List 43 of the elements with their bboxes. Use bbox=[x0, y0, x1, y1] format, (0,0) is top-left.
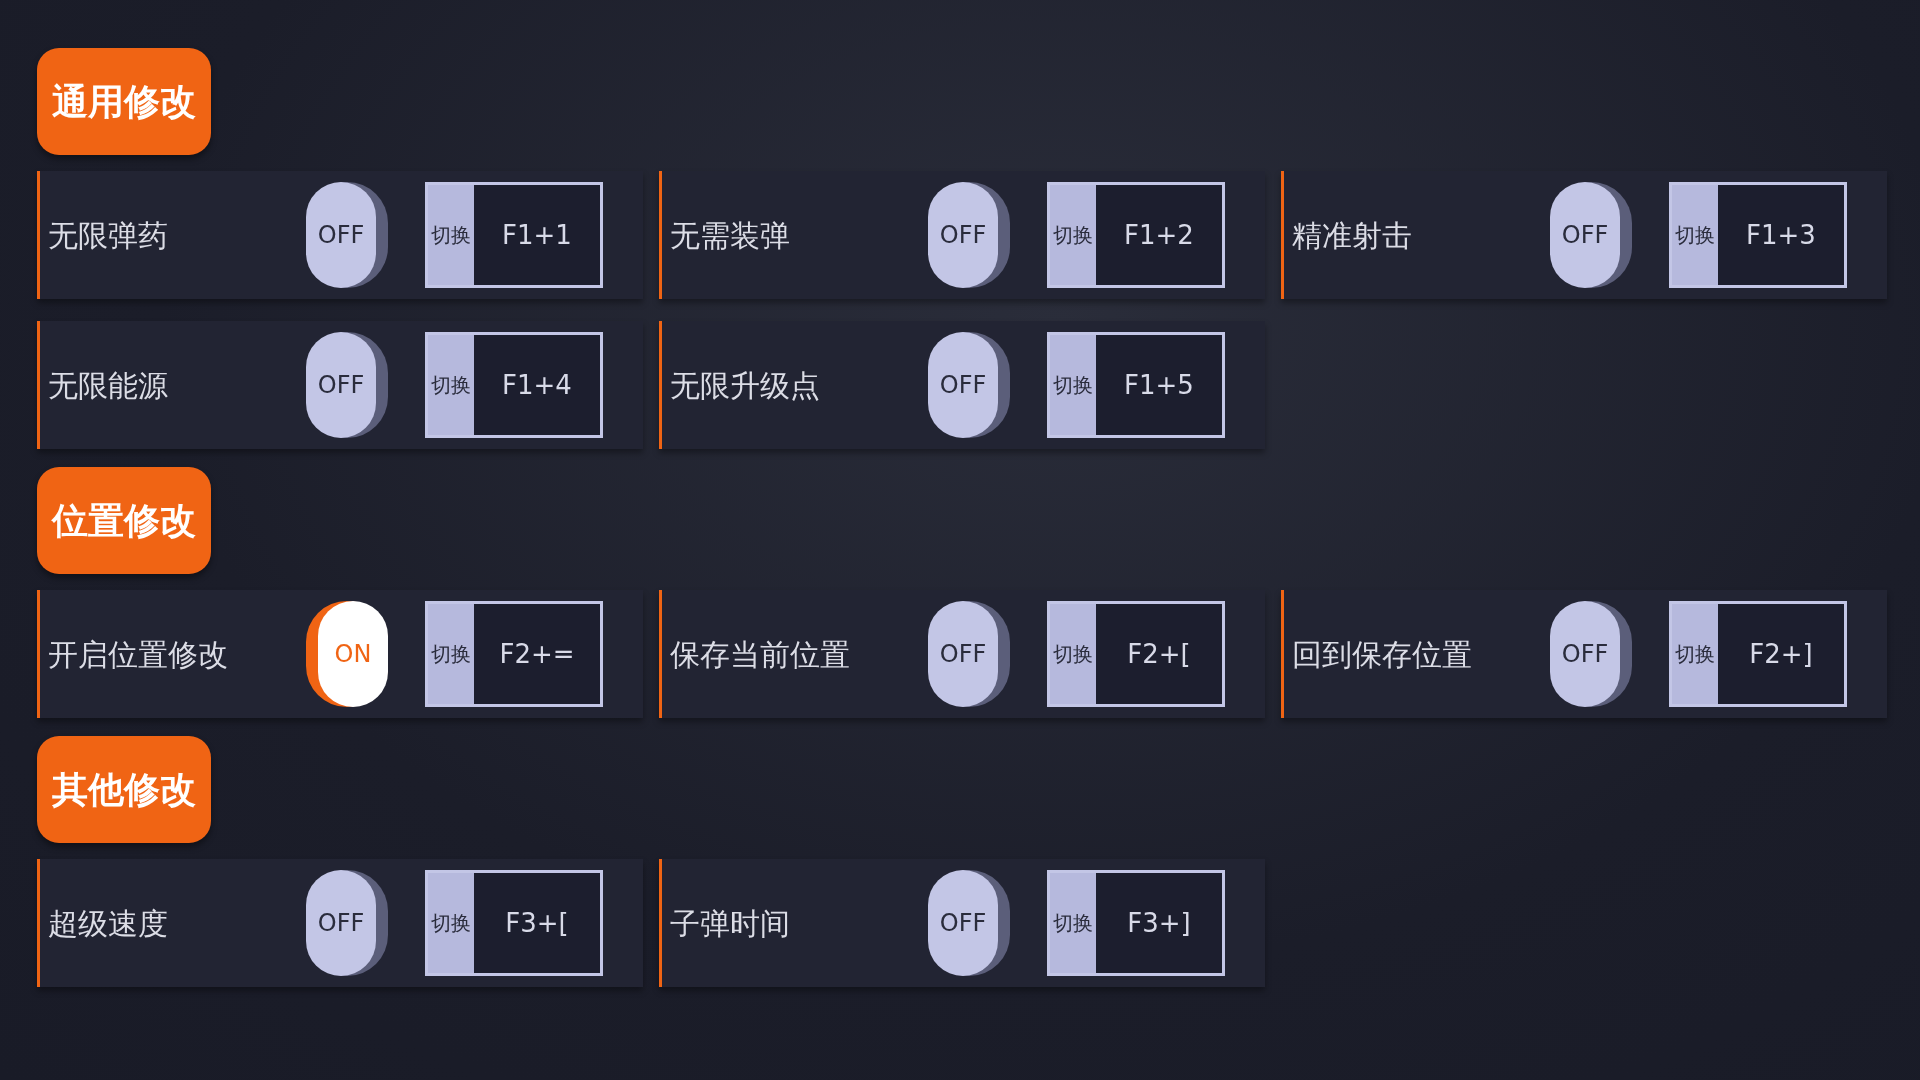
switch-label: 切换 bbox=[1050, 335, 1096, 435]
switch-label: 切换 bbox=[428, 604, 474, 704]
hotkey-text: F1+3 bbox=[1718, 185, 1844, 285]
cheat-label: 超级速度 bbox=[48, 904, 169, 943]
switch-label: 切换 bbox=[428, 185, 474, 285]
hotkey-text: F2+] bbox=[1718, 604, 1844, 704]
hotkey-field[interactable]: 切换 F1+1 bbox=[425, 182, 603, 288]
section-title: 位置修改 bbox=[37, 467, 211, 574]
switch-label: 切换 bbox=[1050, 873, 1096, 973]
cheat-label: 无需装弹 bbox=[670, 216, 791, 255]
switch-label: 切换 bbox=[1050, 604, 1096, 704]
switch-label: 切换 bbox=[428, 335, 474, 435]
cheat-label: 无限弹药 bbox=[48, 216, 169, 255]
cheat-label: 精准射击 bbox=[1292, 216, 1413, 255]
cheat-label: 子弹时间 bbox=[670, 904, 791, 943]
cheat-label: 回到保存位置 bbox=[1292, 635, 1473, 674]
hotkey-text: F2+= bbox=[474, 604, 600, 704]
hotkey-field[interactable]: 切换 F3+] bbox=[1047, 870, 1225, 976]
hotkey-field[interactable]: 切换 F2+] bbox=[1669, 601, 1847, 707]
hotkey-field[interactable]: 切换 F1+2 bbox=[1047, 182, 1225, 288]
hotkey-text: F3+[ bbox=[474, 873, 600, 973]
hotkey-field[interactable]: 切换 F3+[ bbox=[425, 870, 603, 976]
hotkey-text: F1+5 bbox=[1096, 335, 1222, 435]
hotkey-field[interactable]: 切换 F1+3 bbox=[1669, 182, 1847, 288]
cheat-label: 开启位置修改 bbox=[48, 635, 229, 674]
switch-label: 切换 bbox=[1672, 604, 1718, 704]
section-title: 通用修改 bbox=[37, 48, 211, 155]
section-title: 其他修改 bbox=[37, 736, 211, 843]
hotkey-text: F1+4 bbox=[474, 335, 600, 435]
switch-label: 切换 bbox=[428, 873, 474, 973]
hotkey-text: F1+2 bbox=[1096, 185, 1222, 285]
cheat-label: 无限升级点 bbox=[670, 366, 821, 405]
hotkey-field[interactable]: 切换 F2+[ bbox=[1047, 601, 1225, 707]
hotkey-field[interactable]: 切换 F1+5 bbox=[1047, 332, 1225, 438]
switch-label: 切换 bbox=[1672, 185, 1718, 285]
cheat-label: 保存当前位置 bbox=[670, 635, 851, 674]
hotkey-field[interactable]: 切换 F2+= bbox=[425, 601, 603, 707]
hotkey-text: F3+] bbox=[1096, 873, 1222, 973]
hotkey-text: F1+1 bbox=[474, 185, 600, 285]
switch-label: 切换 bbox=[1050, 185, 1096, 285]
hotkey-field[interactable]: 切换 F1+4 bbox=[425, 332, 603, 438]
cheat-label: 无限能源 bbox=[48, 366, 169, 405]
hotkey-text: F2+[ bbox=[1096, 604, 1222, 704]
